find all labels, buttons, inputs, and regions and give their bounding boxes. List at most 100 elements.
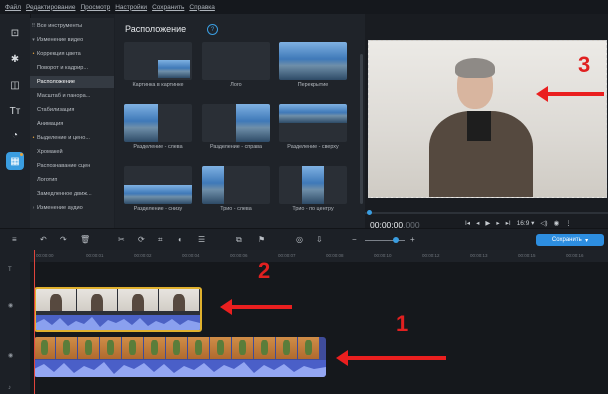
import-icon[interactable]: ⊡ — [6, 24, 24, 42]
stickers-icon[interactable]: ◔ — [6, 126, 24, 144]
next-frame-icon[interactable]: ▸ — [496, 219, 499, 227]
tool-audio-edit[interactable]: › Изменение аудио — [30, 202, 114, 214]
tool-label: Выделение и цено... — [37, 135, 90, 141]
zoom-in-button[interactable]: + — [410, 235, 415, 244]
tool-layout[interactable]: Расположение — [30, 76, 114, 88]
ruler-label: 00:00:01 — [86, 253, 104, 258]
track-headers: T ◉ ◉ ♪ — [0, 250, 30, 394]
cut-icon[interactable]: ✂ — [118, 235, 125, 244]
chevron-down-icon[interactable]: ▾ — [585, 237, 588, 244]
more-tools-icon[interactable]: ▦ — [6, 152, 24, 170]
preset-thumbnail — [279, 42, 347, 80]
go-to-start-icon[interactable]: I◂ — [465, 219, 470, 227]
rotate-icon[interactable]: ⟳ — [138, 235, 145, 244]
tool-slow-motion[interactable]: Замедленное движ... — [30, 188, 114, 200]
save-button[interactable]: Сохранить ▾ — [536, 234, 604, 246]
panel-title: Расположение — [125, 24, 187, 34]
redo-icon[interactable]: ↷ — [60, 235, 67, 244]
tool-label: Коррекция цвета — [37, 51, 81, 57]
tool-label: Распознавание сцен — [37, 163, 91, 169]
playback-progress-track[interactable] — [365, 212, 608, 214]
main-track-icon[interactable]: ◉ — [8, 352, 13, 359]
clip-frame — [100, 337, 121, 359]
record-icon[interactable]: ◎ — [296, 235, 303, 244]
ruler-label: 00:00:07 — [278, 253, 296, 258]
preset-trio-left[interactable]: Трио - слева — [202, 166, 270, 212]
playback-position-handle[interactable] — [367, 210, 372, 215]
crop-icon[interactable]: ⌗ — [158, 235, 163, 245]
preset-split-left[interactable]: Разделение - слева — [124, 104, 192, 150]
main-video-clip[interactable] — [34, 337, 326, 377]
menu-view[interactable]: Просмотр — [81, 4, 111, 11]
preset-split-top[interactable]: Разделение - сверху — [279, 104, 347, 150]
ruler-label: 00:00:00 — [36, 253, 54, 258]
snapshot-icon[interactable]: ◉ — [554, 219, 560, 227]
preset-label: Трио - слева — [220, 206, 252, 212]
tools-list: ⠿ Все инструменты ▾ Изменение видео • Корре… — [30, 18, 114, 228]
color-icon[interactable]: ◐ — [178, 235, 183, 244]
play-icon[interactable]: ▶ — [485, 219, 490, 227]
panel-scrollbar[interactable] — [360, 54, 363, 204]
tool-zoom-pan[interactable]: Масштаб и панора... — [30, 90, 114, 102]
zoom-slider-knob[interactable] — [393, 237, 399, 243]
preset-logo[interactable]: Лого — [202, 42, 270, 88]
audio-track-icon[interactable]: ♪ — [8, 385, 11, 391]
magic-wand-icon[interactable]: ✱ — [6, 50, 24, 68]
clip-frame — [232, 337, 253, 359]
menu-help[interactable]: Справка — [189, 4, 215, 11]
tool-chroma-key[interactable]: Хромакей — [30, 146, 114, 158]
insert-icon[interactable]: ⧉ — [236, 235, 242, 245]
clip-frame — [159, 289, 199, 311]
menu-save[interactable]: Сохранить — [152, 4, 184, 11]
timeline: 00:00:00 00:00:01 00:00:02 00:00:04 00:0… — [0, 250, 608, 394]
volume-icon[interactable]: ◁) — [540, 219, 547, 227]
mic-icon[interactable]: ⇩ — [316, 235, 323, 244]
zoom-out-button[interactable]: − — [352, 235, 357, 244]
playhead[interactable] — [34, 250, 35, 394]
annotation-number-1: 1 — [396, 311, 409, 336]
tool-stabilization[interactable]: Стабилизация — [30, 104, 114, 116]
help-icon[interactable]: ? — [207, 24, 218, 35]
tool-color-correction[interactable]: • Коррекция цвета — [30, 48, 114, 60]
video-track-icon[interactable]: ◉ — [8, 302, 13, 309]
preset-overlay[interactable]: Перекрытие — [279, 42, 347, 88]
tool-animation[interactable]: Анимация — [30, 118, 114, 130]
ruler-label: 00:00:02 — [134, 253, 152, 258]
flag-icon[interactable]: ⚑ — [258, 235, 265, 244]
preset-thumbnail — [202, 166, 270, 204]
preset-trio-center[interactable]: Трио - по центру — [279, 166, 347, 212]
preset-thumbnail — [124, 104, 192, 142]
preview-video-frame[interactable] — [368, 40, 607, 198]
tool-scene-detection[interactable]: Распознавание сцен — [30, 160, 114, 172]
adjust-icon[interactable]: ☰ — [198, 235, 205, 244]
ruler-label: 00:00:10 — [374, 253, 392, 258]
tool-all[interactable]: ⠿ Все инструменты — [30, 20, 114, 32]
delete-icon[interactable]: 🗑 — [80, 235, 90, 244]
titles-icon[interactable]: Tт — [6, 102, 24, 120]
tool-video-edit[interactable]: ▾ Изменение видео — [30, 34, 114, 46]
tool-logo[interactable]: Логотип — [30, 174, 114, 186]
menu-settings[interactable]: Настройки — [115, 4, 147, 11]
tool-label: Замедленное движ... — [37, 191, 92, 197]
aspect-ratio-select[interactable]: 16:9 ▾ — [517, 219, 535, 227]
status-dot-icon: • — [32, 135, 35, 141]
preset-split-right[interactable]: Разделение - справа — [202, 104, 270, 150]
transitions-icon[interactable]: ◫ — [6, 76, 24, 94]
preview-player: 00:00:00.000 I◂ ◂ ▶ ▸ ▸I 16:9 ▾ ◁) ◉ ⋮ — [365, 14, 608, 230]
previous-frame-icon[interactable]: ◂ — [476, 219, 479, 227]
tool-highlight-censor[interactable]: • Выделение и цено... — [30, 132, 114, 144]
preset-picture-in-picture[interactable]: Картинка в картинке — [124, 42, 192, 88]
text-track-icon[interactable]: T — [8, 267, 12, 273]
clip-frame — [56, 337, 77, 359]
menu-edit[interactable]: Редактирование — [26, 4, 76, 11]
track-settings-icon[interactable]: ≡ — [12, 235, 17, 244]
preset-split-bottom[interactable]: Разделение - снизу — [124, 166, 192, 212]
go-to-end-icon[interactable]: ▸I — [506, 219, 511, 227]
more-options-icon[interactable]: ⋮ — [565, 219, 572, 227]
time-ruler[interactable]: 00:00:00 00:00:01 00:00:02 00:00:04 00:0… — [30, 250, 608, 262]
tool-rotate-crop[interactable]: Поворот и кадрир... — [30, 62, 114, 74]
zoom-slider[interactable] — [365, 240, 405, 241]
overlay-video-clip[interactable] — [34, 287, 202, 332]
menu-file[interactable]: Файл — [5, 4, 21, 11]
undo-icon[interactable]: ↶ — [40, 235, 47, 244]
